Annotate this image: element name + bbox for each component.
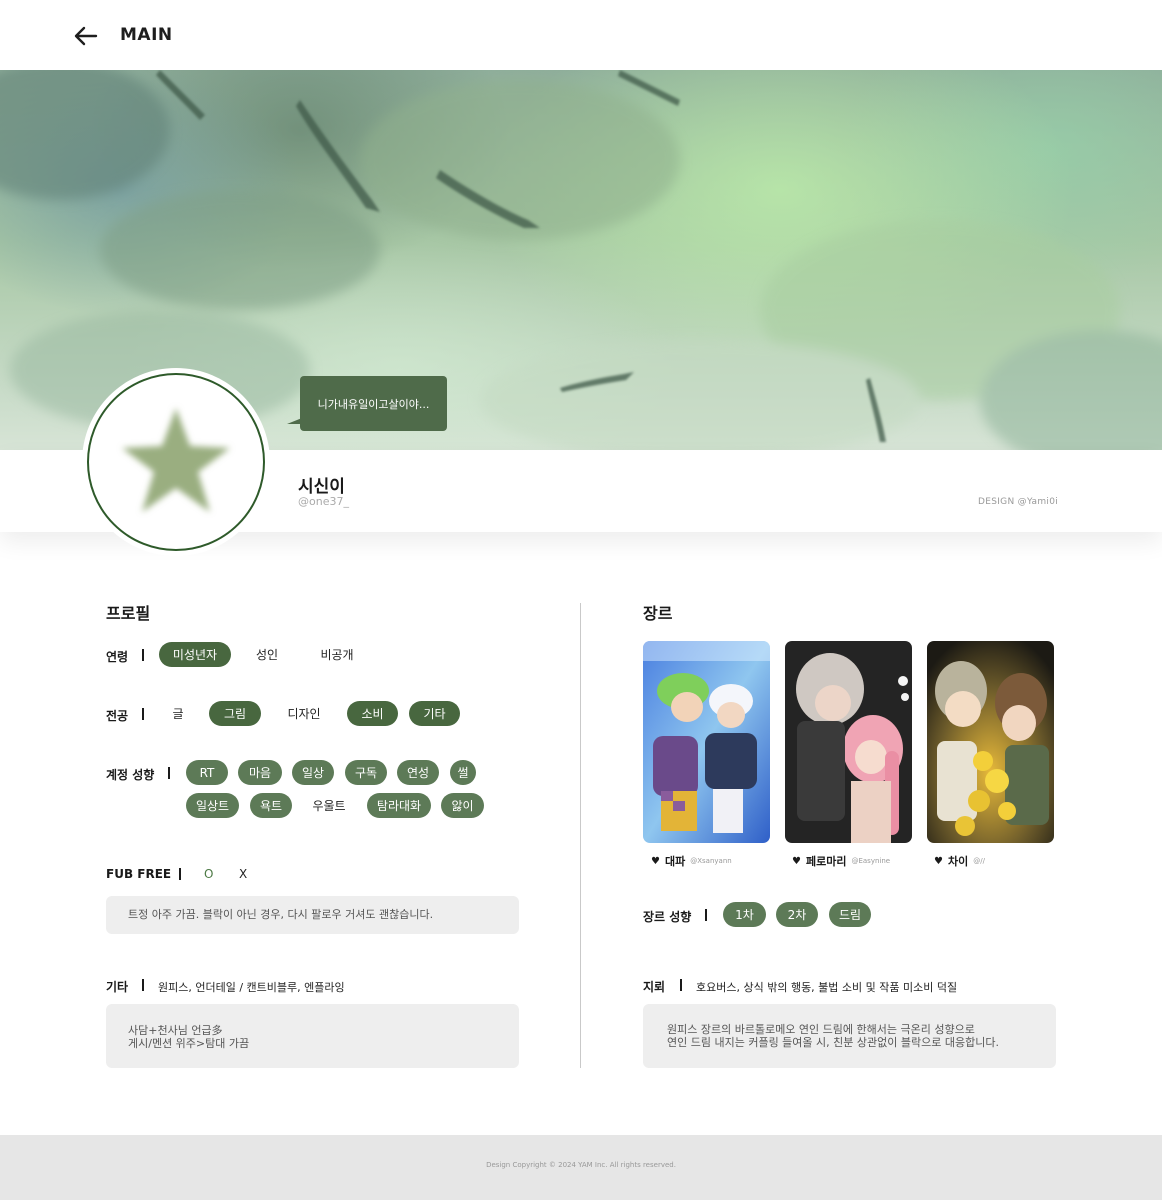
fub-free-label: FUB FREE [106, 867, 172, 881]
mine-value: 호요버스, 상식 밖의 행동, 불법 소비 및 작품 미소비 덕질 [696, 981, 958, 994]
fub-option-x[interactable]: X [239, 867, 247, 881]
genre-option-original[interactable]: 1차 [723, 902, 766, 927]
genre-card-name: 차이 [947, 855, 969, 868]
age-label: 연령 [106, 650, 129, 664]
label-separator [680, 979, 682, 991]
back-arrow-icon[interactable] [72, 22, 100, 50]
genre-card-source: @Xsanyann [690, 857, 732, 865]
page-title: MAIN [120, 25, 173, 45]
column-divider [580, 603, 581, 1068]
genre-tendency-label: 장르 성향 [643, 910, 692, 924]
label-separator [705, 909, 707, 921]
genre-option-dream[interactable]: 드림 [829, 902, 871, 927]
account-option-story[interactable]: 썰 [450, 760, 476, 785]
account-option-swear-tweet[interactable]: 욕트 [250, 793, 292, 818]
major-option-consume[interactable]: 소비 [347, 701, 398, 726]
account-option-gloom-tweet[interactable]: 우울트 [303, 793, 355, 818]
genre-card-daepa-image[interactable] [643, 641, 770, 843]
label-separator [168, 767, 170, 779]
genre-option-derivative[interactable]: 2차 [776, 902, 818, 927]
major-option-etc[interactable]: 기타 [409, 701, 460, 726]
genre-card-source: @// [973, 857, 985, 865]
major-label: 전공 [106, 709, 129, 723]
star-icon [122, 408, 230, 512]
major-option-design[interactable]: 디자인 [278, 701, 330, 726]
genre-card-name: 대파 [664, 855, 686, 868]
account-option-rt[interactable]: RT [186, 760, 228, 785]
mine-note-line-2: 연인 드림 내지는 커플링 들여올 시, 친분 상관없이 블락으로 대응합니다. [667, 1036, 999, 1049]
label-separator [179, 868, 181, 880]
fub-note-text: 트정 아주 가끔. 블락이 아닌 경우, 다시 팔로우 거셔도 괜찮습니다. [128, 908, 434, 921]
age-option-private[interactable]: 비공개 [310, 642, 364, 667]
profile-handle: @one37_ [298, 495, 349, 508]
fub-note-box: 트정 아주 가끔. 블락이 아닌 경우, 다시 팔로우 거셔도 괜찮습니다. [106, 896, 519, 934]
etc-note-line-1: 사담+천사님 언급多 [128, 1024, 223, 1037]
genre-card-chai-caption: ♥ 차이 @// [934, 853, 985, 869]
footer-copyright: Design Copyright © 2024 YAM Inc. All rig… [486, 1161, 676, 1169]
genre-card-peromari-image[interactable] [785, 641, 912, 843]
etc-value: 원피스, 언더테일 / 캔트비블루, 엔플라잉 [158, 981, 345, 994]
label-separator [142, 649, 144, 661]
account-option-creation[interactable]: 연성 [397, 760, 439, 785]
account-option-tl-chat[interactable]: 탐라대화 [367, 793, 431, 818]
section-title-genre: 장르 [643, 604, 673, 623]
major-option-writing[interactable]: 글 [163, 701, 193, 726]
etc-label: 기타 [106, 980, 129, 994]
account-option-subscribe[interactable]: 구독 [345, 760, 387, 785]
avatar[interactable] [82, 368, 270, 556]
account-option-daily[interactable]: 일상 [292, 760, 334, 785]
label-separator [142, 979, 144, 991]
profile-name: 시신이 [298, 477, 345, 497]
account-option-fangirl[interactable]: 앓이 [441, 793, 484, 818]
genre-card-source: @Easynine [851, 857, 891, 865]
etc-note-line-2: 게시/멘션 위주>탐대 가끔 [128, 1037, 250, 1050]
fub-option-o[interactable]: O [204, 867, 213, 881]
account-option-heart[interactable]: 마음 [238, 760, 282, 785]
account-option-daily-tweet[interactable]: 일상트 [186, 793, 239, 818]
age-option-minor[interactable]: 미성년자 [159, 642, 231, 667]
genre-card-daepa-caption: ♥ 대파 @Xsanyann [651, 853, 732, 869]
mine-note-box: 원피스 장르의 바르톨로메오 연인 드림에 한해서는 극온리 성향으로 연인 드… [643, 1004, 1056, 1068]
section-title-profile: 프로필 [106, 604, 151, 623]
account-label: 계정 성향 [106, 768, 155, 782]
major-option-drawing[interactable]: 그림 [209, 701, 261, 726]
heart-icon: ♥ [651, 855, 660, 867]
heart-icon: ♥ [934, 855, 943, 867]
etc-note-box: 사담+천사님 언급多 게시/멘션 위주>탐대 가끔 [106, 1004, 519, 1068]
mine-label: 지뢰 [643, 980, 666, 994]
heart-icon: ♥ [792, 855, 801, 867]
label-separator [142, 708, 144, 720]
age-option-adult[interactable]: 성인 [245, 642, 289, 667]
avatar-frame [87, 373, 265, 551]
mine-note-line-1: 원피스 장르의 바르톨로메오 연인 드림에 한해서는 극온리 성향으로 [667, 1023, 975, 1036]
genre-card-name: 페로마리 [805, 855, 847, 868]
design-credit: DESIGN @Yami0i [978, 497, 1059, 507]
genre-card-peromari-caption: ♥ 페로마리 @Easynine [792, 853, 890, 869]
genre-card-chai-image[interactable] [927, 641, 1054, 843]
top-bar: MAIN [0, 0, 1162, 70]
status-bubble: 니가내유일이고살이야... [300, 376, 447, 431]
